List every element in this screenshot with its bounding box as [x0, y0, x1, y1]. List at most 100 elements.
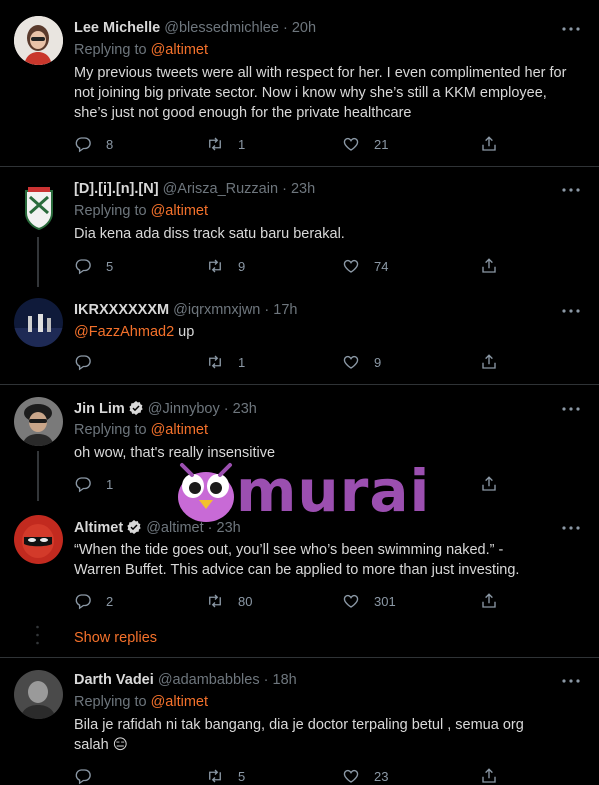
display-name[interactable]: Darth Vadei [74, 672, 154, 688]
share-icon [480, 475, 498, 493]
heart-icon [342, 767, 360, 785]
timestamp[interactable]: 23h [291, 181, 315, 197]
tweet-text-line: “When the tide goes out, you’ll see who’… [74, 542, 504, 558]
like-count: 74 [374, 258, 389, 274]
handle[interactable]: @Arisza_Ruzzain [163, 181, 278, 197]
heart-icon [342, 257, 360, 275]
avatar[interactable] [14, 515, 63, 564]
like-count: 21 [374, 136, 389, 152]
tweet-text: @FazzAhmad2 up [74, 322, 574, 342]
reply-button[interactable]: 1 [74, 474, 113, 494]
tweet-text-line: Bila je rafidah ni tak bangang, dia je d… [74, 717, 524, 733]
handle[interactable]: @adambabbles [158, 672, 260, 688]
avatar[interactable] [14, 16, 63, 65]
timestamp[interactable]: 17h [273, 302, 297, 318]
like-button[interactable]: 9 [342, 352, 381, 372]
more-options-icon[interactable] [561, 523, 581, 533]
share-icon [480, 353, 498, 371]
share-button[interactable] [480, 352, 512, 372]
timestamp[interactable]: 20h [292, 20, 316, 36]
tweet-text-line: salah 😑 [74, 735, 574, 755]
thread-line [37, 451, 39, 501]
share-button[interactable] [480, 134, 512, 154]
display-name[interactable]: [D].[i].[n].[N] [74, 181, 159, 197]
reply-button[interactable]: 2 [74, 591, 113, 611]
retweet-button[interactable]: 1 [206, 352, 245, 372]
separator: · [263, 672, 269, 688]
like-count: 301 [374, 593, 396, 609]
avatar[interactable] [14, 397, 63, 446]
reply-button[interactable]: 5 [74, 256, 113, 276]
replying-to: Replying to @altimet [74, 203, 208, 219]
reply-button[interactable] [74, 766, 106, 785]
tweet-text-line: Warren Buffet. This advice can be applie… [74, 562, 520, 578]
share-button[interactable] [480, 474, 512, 494]
retweet-count: 1 [238, 354, 246, 370]
retweet-icon [206, 135, 224, 153]
reply-button[interactable] [74, 352, 106, 372]
handle[interactable]: @Jinnyboy [148, 401, 220, 417]
tweet-darth-vadei[interactable]: Darth Vadei @adambabbles · 18h Replying … [0, 658, 599, 785]
tweet-actions: 2 80 301 [74, 591, 514, 611]
retweet-button[interactable]: 5 [206, 766, 245, 785]
mention-link[interactable]: @altimet [151, 203, 208, 219]
mention-link[interactable]: @FazzAhmad2 [74, 324, 174, 340]
thread-dots [36, 625, 39, 645]
replying-to-label: Replying to [74, 203, 147, 219]
avatar[interactable] [14, 298, 63, 347]
retweet-button[interactable]: 80 [206, 591, 252, 611]
like-button[interactable]: 301 [342, 591, 396, 611]
tweet-text: My previous tweets were all with respect… [74, 65, 567, 121]
replying-to: Replying to @altimet [74, 42, 208, 58]
more-options-icon[interactable] [561, 404, 581, 414]
tweet-header: Jin Lim @Jinnyboy · 23h [74, 400, 257, 417]
more-options-icon[interactable] [561, 24, 581, 34]
mention-link[interactable]: @altimet [151, 42, 208, 58]
like-button[interactable]: 21 [342, 134, 388, 154]
tweet-actions: 1 9 [74, 352, 514, 372]
tweet-ikrxxxxxxm[interactable]: IKRXXXXXXM @iqrxmnxjwn · 17h @FazzAhmad2… [0, 290, 599, 384]
like-button[interactable]: 23 [342, 766, 388, 785]
share-button[interactable] [480, 256, 512, 276]
tweet-text-body: up [174, 324, 195, 340]
like-button[interactable]: 74 [342, 256, 388, 276]
reply-count: 2 [106, 593, 114, 609]
avatar[interactable] [24, 183, 54, 232]
timestamp[interactable]: 18h [273, 672, 297, 688]
handle[interactable]: @blessedmichlee [164, 20, 279, 36]
mention-link[interactable]: @altimet [151, 694, 208, 710]
replying-to-label: Replying to [74, 42, 147, 58]
retweet-icon [206, 353, 224, 371]
tweet-dinn[interactable]: [D].[i].[n].[N] @Arisza_Ruzzain · 23h Re… [0, 167, 599, 287]
display-name[interactable]: Altimet [74, 520, 123, 536]
separator: · [264, 302, 270, 318]
tweet-actions: 8 1 21 [74, 134, 514, 154]
share-icon [480, 135, 498, 153]
show-replies-link[interactable]: Show replies [74, 630, 157, 646]
display-name[interactable]: Jin Lim [74, 401, 125, 417]
display-name[interactable]: Lee Michelle [74, 20, 160, 36]
tweet-header: Darth Vadei @adambabbles · 18h [74, 672, 297, 688]
display-name[interactable]: IKRXXXXXXM [74, 302, 169, 318]
more-options-icon[interactable] [561, 306, 581, 316]
share-button[interactable] [480, 591, 512, 611]
avatar[interactable] [14, 670, 63, 719]
handle[interactable]: @iqrxmnxjwn [173, 302, 260, 318]
timestamp[interactable]: 23h [233, 401, 257, 417]
reply-icon [74, 767, 92, 785]
like-count: 23 [374, 768, 389, 784]
reply-button[interactable]: 8 [74, 134, 113, 154]
tweet-lee-michelle[interactable]: Lee Michelle @blessedmichlee · 20h Reply… [0, 0, 599, 166]
retweet-count: 80 [238, 593, 253, 609]
more-options-icon[interactable] [561, 676, 581, 686]
retweet-button[interactable]: 1 [206, 134, 245, 154]
retweet-button[interactable]: 9 [206, 256, 245, 276]
heart-icon [342, 353, 360, 371]
reply-icon [74, 135, 92, 153]
reply-icon [74, 353, 92, 371]
separator: · [282, 181, 287, 197]
tweet-text: Dia kena ada diss track satu baru beraka… [74, 226, 345, 242]
share-button[interactable] [480, 766, 512, 785]
mention-link[interactable]: @altimet [151, 422, 208, 438]
more-options-icon[interactable] [561, 185, 581, 195]
